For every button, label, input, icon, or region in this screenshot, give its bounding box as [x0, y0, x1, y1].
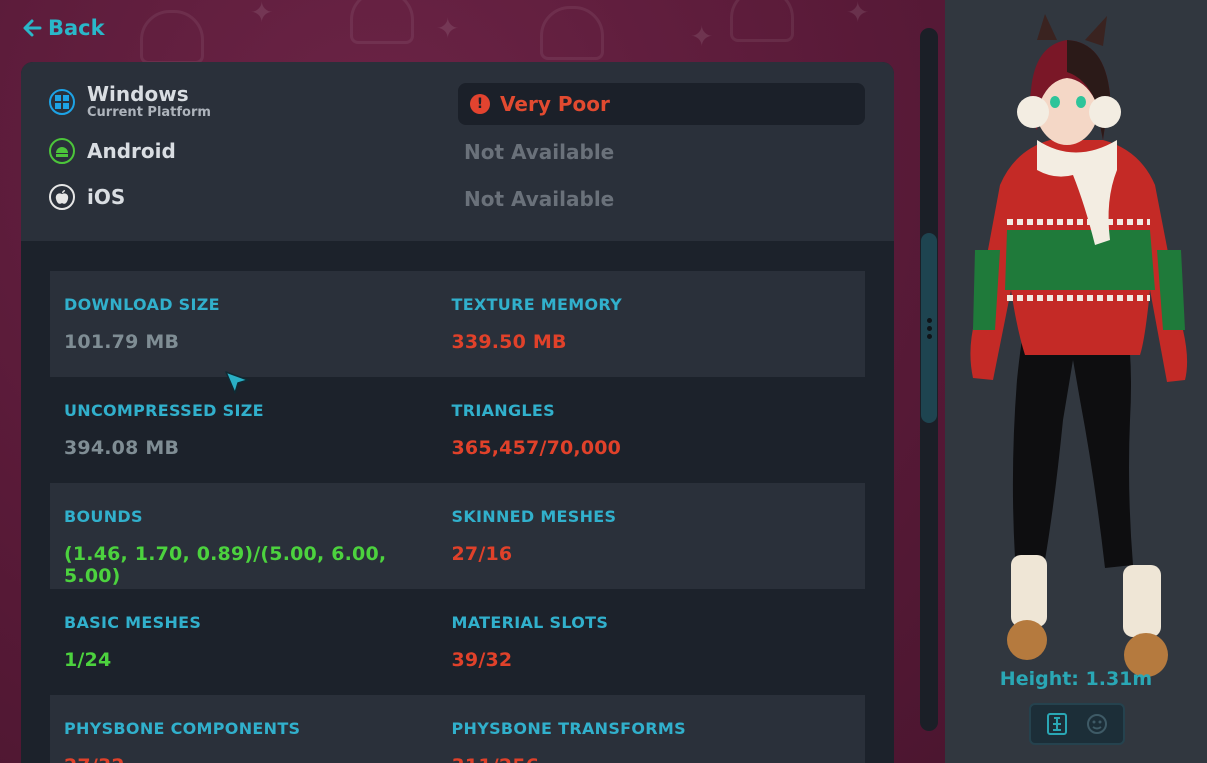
stat-value: 365,457/70,000: [451, 437, 622, 459]
stat-label: TRIANGLES: [451, 401, 555, 420]
stat-texture-memory: TEXTURE MEMORY 339.50 MB: [452, 271, 860, 377]
stats-row: UNCOMPRESSED SIZE 394.08 MB TRIANGLES 36…: [50, 377, 865, 483]
platform-name: Windows: [87, 82, 189, 106]
cupcake-icon: [540, 6, 604, 60]
stat-value: 339.50 MB: [451, 331, 567, 353]
stat-skinned-meshes: SKINNED MESHES 27/16: [452, 483, 860, 589]
platform-list: Windows Current Platform ! Very Poor And…: [21, 62, 894, 241]
stat-triangles: TRIANGLES 365,457/70,000: [452, 377, 860, 483]
stat-label: UNCOMPRESSED SIZE: [64, 401, 264, 420]
stat-download-size: DOWNLOAD SIZE 101.79 MB: [50, 271, 458, 377]
stat-basic-meshes: BASIC MESHES 1/24: [50, 589, 458, 695]
face-view-icon: [1087, 714, 1107, 734]
status-android: Not Available: [464, 140, 615, 164]
back-button[interactable]: Back: [22, 12, 105, 44]
sparkle-icon: ✦: [250, 0, 274, 29]
stats-row: BOUNDS (1.46, 1.70, 0.89)/(5.00, 6.00, 5…: [50, 483, 865, 589]
stat-value: 101.79 MB: [64, 331, 180, 353]
stat-label: BOUNDS: [64, 507, 143, 526]
face-view-button[interactable]: [1082, 709, 1112, 739]
stat-label: TEXTURE MEMORY: [451, 295, 623, 314]
rating-label: Very Poor: [500, 92, 610, 116]
cursor-icon: [225, 371, 249, 394]
platform-name: iOS: [87, 184, 126, 209]
sparkle-icon: ✦: [690, 20, 714, 53]
arrow-left-icon: [23, 19, 42, 37]
cupcake-icon: [140, 10, 204, 64]
stat-label: PHYSBONE COMPONENTS: [64, 719, 301, 738]
avatar-preview: Height: 1.31m: [945, 0, 1207, 763]
stat-physbone-transforms: PHYSBONE TRANSFORMS 311/256: [452, 695, 860, 763]
platform-name: Android: [87, 138, 176, 163]
platform-ios[interactable]: iOS: [49, 184, 125, 210]
stat-label: MATERIAL SLOTS: [451, 613, 609, 632]
windows-icon: [49, 89, 75, 115]
stats-row: DOWNLOAD SIZE 101.79 MB TEXTURE MEMORY 3…: [50, 271, 865, 377]
grip-handle-icon[interactable]: [927, 318, 932, 342]
sparkle-icon: ✦: [436, 12, 460, 45]
stat-uncompressed-size: UNCOMPRESSED SIZE 394.08 MB: [50, 377, 458, 483]
stat-bounds: BOUNDS (1.46, 1.70, 0.89)/(5.00, 6.00, 5…: [50, 483, 458, 589]
rating-badge-windows: ! Very Poor: [458, 83, 865, 125]
stat-value: 39/32: [451, 649, 513, 671]
stat-material-slots: MATERIAL SLOTS 39/32: [452, 589, 860, 695]
stat-value: (1.46, 1.70, 0.89)/(5.00, 6.00, 5.00): [64, 543, 387, 587]
performance-panel: Windows Current Platform ! Very Poor And…: [21, 62, 894, 763]
stat-value: 27/32: [64, 755, 444, 763]
android-icon: [49, 138, 75, 164]
platform-windows[interactable]: Windows Current Platform: [49, 84, 211, 120]
apple-icon: [49, 184, 75, 210]
platform-subtitle: Current Platform: [87, 105, 211, 120]
view-toggle-group: [1029, 703, 1125, 745]
cupcake-icon: [350, 0, 414, 44]
avatar-height-label: Height: 1.31m: [999, 668, 1153, 690]
avatar-image[interactable]: [945, 0, 1207, 680]
cupcake-icon: [730, 0, 794, 42]
stat-value: 394.08 MB: [64, 437, 180, 459]
back-label: Back: [48, 16, 105, 40]
stats-table: DOWNLOAD SIZE 101.79 MB TEXTURE MEMORY 3…: [50, 271, 865, 763]
sparkle-icon: ✦: [846, 0, 870, 29]
stat-label: PHYSBONE TRANSFORMS: [451, 719, 686, 738]
platform-android[interactable]: Android: [49, 138, 176, 164]
status-ios: Not Available: [464, 187, 615, 211]
body-view-icon: [1047, 713, 1067, 735]
stat-label: BASIC MESHES: [64, 613, 202, 632]
stat-label: SKINNED MESHES: [451, 507, 617, 526]
stat-value: 1/24: [64, 649, 112, 671]
stat-label: DOWNLOAD SIZE: [64, 295, 220, 314]
body-view-button[interactable]: [1042, 709, 1072, 739]
alert-icon: !: [470, 94, 490, 114]
stat-value: 311/256: [452, 755, 846, 763]
stats-row: PHYSBONE COMPONENTS 27/32 PHYSBONE TRANS…: [50, 695, 865, 763]
stat-value: 27/16: [451, 543, 513, 565]
stat-physbone-components: PHYSBONE COMPONENTS 27/32: [50, 695, 458, 763]
stats-row: BASIC MESHES 1/24 MATERIAL SLOTS 39/32: [50, 589, 865, 695]
